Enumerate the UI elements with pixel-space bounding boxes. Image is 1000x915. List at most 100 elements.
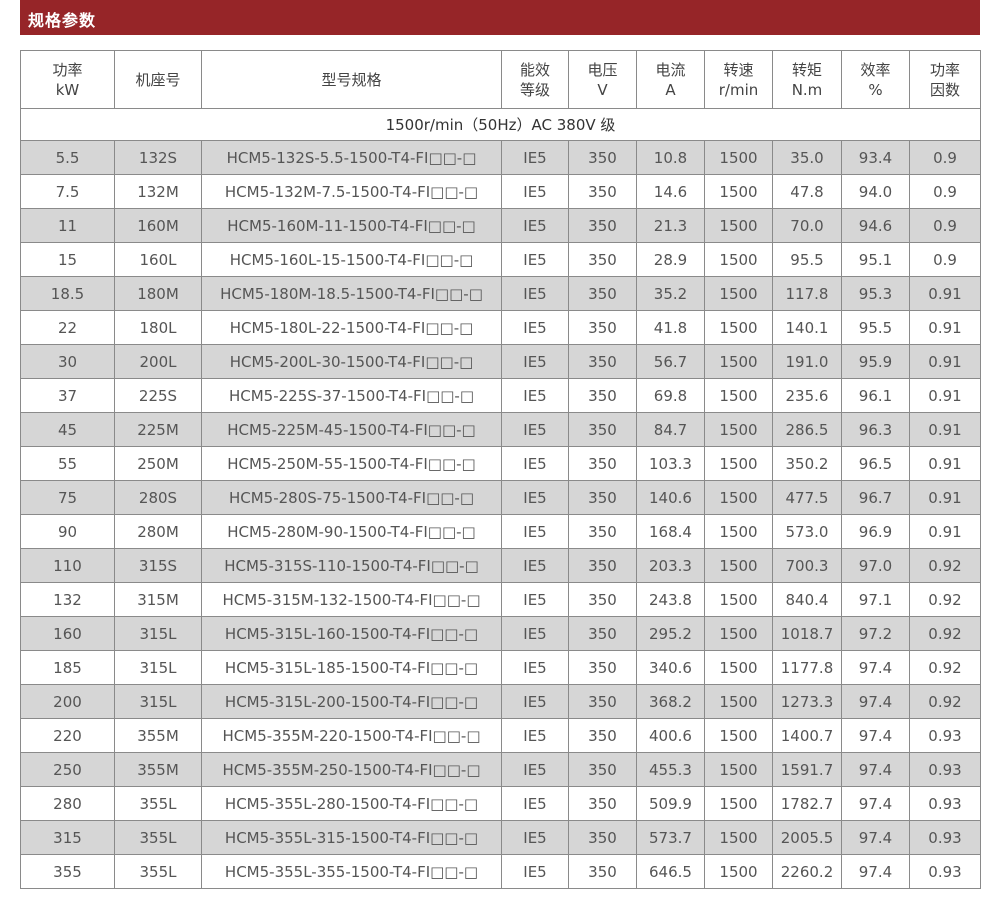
cell-efficiency-class: IE5 (501, 412, 569, 447)
table-row: 45 225M HCM5-225M-45-1500-T4-FI□□-□ IE5 350 8… (20, 412, 981, 447)
cell-power: 110 (20, 548, 115, 583)
cell-current: 69.8 (636, 378, 705, 413)
cell-speed: 1500 (704, 650, 773, 685)
cell-power-factor: 0.9 (909, 140, 981, 175)
table-row: 30 200L HCM5-200L-30-1500-T4-FI□□-□ IE5 350 5… (20, 344, 981, 379)
cell-model: HCM5-355L-315-1500-T4-FI□□-□ (201, 820, 502, 855)
cell-efficiency-class: IE5 (501, 208, 569, 243)
cell-efficiency: 97.4 (841, 854, 910, 889)
table-row: 160 315L HCM5-315L-160-1500-T4-FI□□-□ IE5 35… (20, 616, 981, 651)
cell-speed: 1500 (704, 140, 773, 175)
cell-power: 315 (20, 820, 115, 855)
cell-torque: 235.6 (772, 378, 842, 413)
cell-power: 55 (20, 446, 115, 481)
cell-voltage: 350 (568, 718, 637, 753)
cell-speed: 1500 (704, 174, 773, 209)
cell-efficiency-class: IE5 (501, 446, 569, 481)
cell-model: HCM5-355M-250-1500-T4-FI□□-□ (201, 752, 502, 787)
table-row: 110 315S HCM5-315S-110-1500-T4-FI□□-□ IE5 35… (20, 548, 981, 583)
cell-torque: 700.3 (772, 548, 842, 583)
cell-frame: 225S (114, 378, 202, 413)
table-row: 37 225S HCM5-225S-37-1500-T4-FI□□-□ IE5 350 6… (20, 378, 981, 413)
cell-power-factor: 0.91 (909, 344, 981, 379)
cell-model: HCM5-160M-11-1500-T4-FI□□-□ (201, 208, 502, 243)
cell-speed: 1500 (704, 276, 773, 311)
cell-power-factor: 0.91 (909, 412, 981, 447)
cell-efficiency-class: IE5 (501, 514, 569, 549)
cell-model: HCM5-355L-355-1500-T4-FI□□-□ (201, 854, 502, 889)
cell-power-factor: 0.92 (909, 650, 981, 685)
cell-efficiency: 97.4 (841, 650, 910, 685)
cell-power-factor: 0.92 (909, 548, 981, 583)
cell-frame: 355L (114, 786, 202, 821)
cell-current: 340.6 (636, 650, 705, 685)
cell-power: 30 (20, 344, 115, 379)
cell-speed: 1500 (704, 854, 773, 889)
cell-frame: 280M (114, 514, 202, 549)
cell-speed: 1500 (704, 718, 773, 753)
cell-voltage: 350 (568, 140, 637, 175)
cell-model: HCM5-160L-15-1500-T4-FI□□-□ (201, 242, 502, 277)
cell-efficiency-class: IE5 (501, 752, 569, 787)
cell-voltage: 350 (568, 446, 637, 481)
cell-speed: 1500 (704, 378, 773, 413)
cell-frame: 225M (114, 412, 202, 447)
cell-efficiency-class: IE5 (501, 616, 569, 651)
cell-speed: 1500 (704, 412, 773, 447)
cell-model: HCM5-225M-45-1500-T4-FI□□-□ (201, 412, 502, 447)
cell-power-factor: 0.92 (909, 616, 981, 651)
table-row: 280 355L HCM5-355L-280-1500-T4-FI□□-□ IE5 35… (20, 786, 981, 821)
cell-power: 355 (20, 854, 115, 889)
table-row: 11 160M HCM5-160M-11-1500-T4-FI□□-□ IE5 350 2… (20, 208, 981, 243)
cell-current: 103.3 (636, 446, 705, 481)
cell-speed: 1500 (704, 582, 773, 617)
cell-efficiency: 97.4 (841, 786, 910, 821)
cell-frame: 315S (114, 548, 202, 583)
cell-model: HCM5-355L-280-1500-T4-FI□□-□ (201, 786, 502, 821)
cell-voltage: 350 (568, 242, 637, 277)
cell-power-factor: 0.93 (909, 854, 981, 889)
cell-power: 250 (20, 752, 115, 787)
table-row: 355 355L HCM5-355L-355-1500-T4-FI□□-□ IE5 35… (20, 854, 981, 889)
cell-speed: 1500 (704, 446, 773, 481)
cell-torque: 1782.7 (772, 786, 842, 821)
cell-torque: 477.5 (772, 480, 842, 515)
cell-efficiency-class: IE5 (501, 140, 569, 175)
cell-frame: 160L (114, 242, 202, 277)
cell-frame: 160M (114, 208, 202, 243)
cell-power-factor: 0.92 (909, 582, 981, 617)
cell-efficiency-class: IE5 (501, 378, 569, 413)
cell-voltage: 350 (568, 208, 637, 243)
cell-model: HCM5-200L-30-1500-T4-FI□□-□ (201, 344, 502, 379)
cell-efficiency-class: IE5 (501, 174, 569, 209)
cell-speed: 1500 (704, 242, 773, 277)
cell-power: 11 (20, 208, 115, 243)
cell-voltage: 350 (568, 786, 637, 821)
table-row: 200 315L HCM5-315L-200-1500-T4-FI□□-□ IE5 35… (20, 684, 981, 719)
cell-model: HCM5-315S-110-1500-T4-FI□□-□ (201, 548, 502, 583)
table-row: 18.5 180M HCM5-180M-18.5-1500-T4-FI□□-□ IE5… (20, 276, 981, 311)
table-row: 90 280M HCM5-280M-90-1500-T4-FI□□-□ IE5 350 1… (20, 514, 981, 549)
cell-torque: 350.2 (772, 446, 842, 481)
cell-model: HCM5-180L-22-1500-T4-FI□□-□ (201, 310, 502, 345)
cell-torque: 95.5 (772, 242, 842, 277)
header-efficiency: 效率% (841, 50, 910, 109)
cell-current: 28.9 (636, 242, 705, 277)
cell-power-factor: 0.91 (909, 514, 981, 549)
cell-current: 573.7 (636, 820, 705, 855)
cell-efficiency: 97.4 (841, 752, 910, 787)
cell-efficiency-class: IE5 (501, 276, 569, 311)
table-row: 7.5 132M HCM5-132M-7.5-1500-T4-FI□□-□ IE5 35… (20, 174, 981, 209)
cell-torque: 573.0 (772, 514, 842, 549)
cell-torque: 117.8 (772, 276, 842, 311)
cell-frame: 200L (114, 344, 202, 379)
cell-power-factor: 0.91 (909, 276, 981, 311)
cell-torque: 286.5 (772, 412, 842, 447)
cell-torque: 140.1 (772, 310, 842, 345)
cell-voltage: 350 (568, 174, 637, 209)
cell-speed: 1500 (704, 208, 773, 243)
cell-power-factor: 0.93 (909, 786, 981, 821)
cell-efficiency: 95.3 (841, 276, 910, 311)
cell-current: 455.3 (636, 752, 705, 787)
cell-power: 22 (20, 310, 115, 345)
